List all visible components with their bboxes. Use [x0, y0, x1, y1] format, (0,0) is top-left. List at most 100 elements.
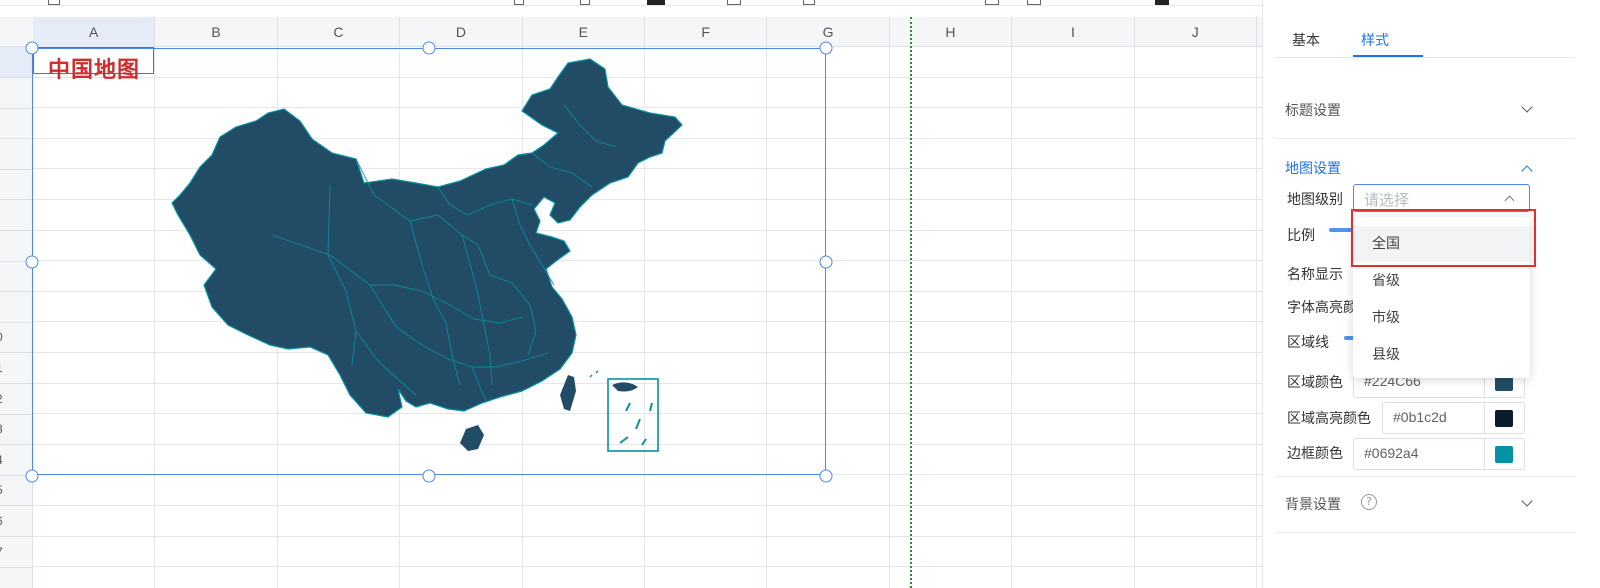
region-color-label: 区域颜色: [1287, 375, 1343, 391]
toolbar-icon[interactable]: [1027, 0, 1041, 5]
map-settings-section[interactable]: 地图设置: [1285, 158, 1575, 178]
south-china-sea-inset: [589, 370, 659, 452]
row-number: 2: [0, 392, 3, 406]
name-display-label: 名称显示: [1287, 267, 1343, 283]
tab-basic[interactable]: 基本: [1292, 30, 1320, 50]
row-header: 0 1 2 3 4 5 6 7: [0, 47, 33, 588]
row-header-cell[interactable]: [0, 200, 32, 231]
divider: [1275, 476, 1575, 477]
row-header-cell[interactable]: 7: [0, 537, 32, 568]
tab-style[interactable]: 样式: [1361, 30, 1389, 50]
map-taiwan: [560, 375, 576, 411]
row-header-cell[interactable]: [0, 292, 32, 323]
resize-handle-bottom-right[interactable]: [819, 469, 833, 483]
row-number: 7: [0, 545, 3, 559]
column-header-cell[interactable]: H: [890, 17, 1013, 47]
chevron-down-icon[interactable]: [1521, 101, 1533, 113]
grid-column-line: [1011, 47, 1013, 588]
toolbar-icon[interactable]: [514, 0, 524, 5]
column-header-cell[interactable]: A: [33, 17, 156, 47]
active-tab-indicator: [1353, 55, 1423, 57]
option-city[interactable]: 市级: [1353, 300, 1530, 336]
map-level-label: 地图级别: [1287, 192, 1343, 208]
region-highlight-swatch: [1495, 410, 1513, 427]
map-mainland: [171, 58, 683, 418]
row-header-cell[interactable]: 1: [0, 353, 32, 384]
chart-title: 中国地图: [48, 58, 141, 83]
region-highlight-color-value: #0b1c2d: [1393, 409, 1447, 425]
row-header-cell[interactable]: 0: [0, 322, 32, 354]
spreadsheet-area[interactable]: ABCDEFGHIJ 0 1 2 3 4 5 6 7 中国地图: [0, 0, 1286, 588]
grid-row-line: [33, 505, 1286, 506]
row-header-cell[interactable]: [0, 108, 32, 140]
resize-handle-bottom-left[interactable]: [25, 469, 39, 483]
row-header-cell[interactable]: 6: [0, 506, 32, 537]
row-number: 4: [0, 453, 3, 467]
region-highlight-color-input[interactable]: #0b1c2d: [1382, 402, 1525, 434]
resize-handle-top-left[interactable]: [25, 41, 39, 55]
panel-tabs: 基本 样式: [1275, 0, 1575, 58]
chevron-down-icon[interactable]: [1521, 495, 1533, 507]
title-settings-heading: 标题设置: [1285, 103, 1341, 119]
map-shapes: [171, 58, 683, 452]
toolbar-icon[interactable]: [803, 0, 815, 5]
border-color-swatch: [1495, 446, 1513, 463]
row-header-cell[interactable]: [0, 78, 32, 109]
map-settings-heading: 地图设置: [1285, 161, 1341, 177]
row-number: 0: [0, 330, 3, 344]
row-number: 5: [0, 483, 3, 497]
color-picker-trigger[interactable]: [1484, 439, 1524, 469]
toolbar-strip: [0, 0, 1286, 6]
map-hainan: [460, 425, 484, 451]
grid-row-line: [33, 535, 1286, 537]
toolbar-icon[interactable]: [580, 0, 590, 5]
column-header-cell[interactable]: C: [278, 17, 401, 47]
china-map[interactable]: [160, 55, 700, 460]
grid-column-line: [1256, 47, 1257, 588]
toolbar-icon[interactable]: [48, 0, 60, 5]
resize-handle-right[interactable]: [819, 255, 833, 269]
toolbar-icon[interactable]: [1155, 0, 1169, 5]
map-level-select[interactable]: 请选择: [1353, 184, 1530, 212]
column-header-cell[interactable]: I: [1012, 17, 1135, 47]
grid-row-line: [33, 566, 1286, 568]
toolbar-icon[interactable]: [985, 0, 999, 5]
row-header-cell[interactable]: [0, 169, 32, 201]
border-color-value: #0692a4: [1364, 445, 1419, 461]
chevron-up-icon: [1504, 195, 1515, 206]
grid-column-line: [888, 47, 890, 588]
column-header-cell[interactable]: J: [1135, 17, 1257, 47]
grid-column-line: [1133, 47, 1135, 588]
border-color-input[interactable]: #0692a4: [1353, 438, 1525, 470]
scale-label: 比例: [1287, 228, 1315, 244]
row-header-cell[interactable]: 3: [0, 414, 32, 446]
map-level-placeholder: 请选择: [1364, 191, 1410, 209]
background-settings-section[interactable]: 背景设置 ?: [1285, 494, 1575, 514]
option-province[interactable]: 省级: [1353, 263, 1530, 299]
color-picker-trigger[interactable]: [1484, 403, 1524, 433]
column-header: ABCDEFGHIJ: [0, 17, 1286, 47]
divider: [1275, 138, 1575, 139]
toolbar-icon[interactable]: [647, 0, 665, 5]
help-icon[interactable]: ?: [1361, 494, 1377, 510]
divider: [1275, 532, 1575, 533]
resize-handle-top-right[interactable]: [819, 41, 833, 55]
toolbar-icon[interactable]: [727, 0, 741, 5]
column-header-cell[interactable]: D: [400, 17, 523, 47]
region-highlight-color-label: 区域高亮颜色: [1287, 411, 1371, 427]
title-settings-section[interactable]: 标题设置: [1285, 100, 1575, 120]
annotation-highlight-box: [1351, 209, 1536, 267]
chevron-up-icon[interactable]: [1521, 165, 1533, 177]
row-header-cell[interactable]: [0, 139, 32, 170]
row-number: 1: [0, 361, 3, 375]
resize-handle-bottom[interactable]: [422, 469, 436, 483]
resize-handle-top[interactable]: [422, 41, 436, 55]
row-header-cell[interactable]: 2: [0, 384, 32, 415]
option-county[interactable]: 县级: [1353, 337, 1530, 373]
column-header-cell[interactable]: F: [645, 17, 768, 47]
column-header-cell[interactable]: E: [523, 17, 645, 47]
row-number: 6: [0, 514, 3, 528]
resize-handle-left[interactable]: [25, 255, 39, 269]
column-header-cell[interactable]: B: [155, 17, 278, 47]
region-line-label: 区域线: [1287, 335, 1329, 351]
